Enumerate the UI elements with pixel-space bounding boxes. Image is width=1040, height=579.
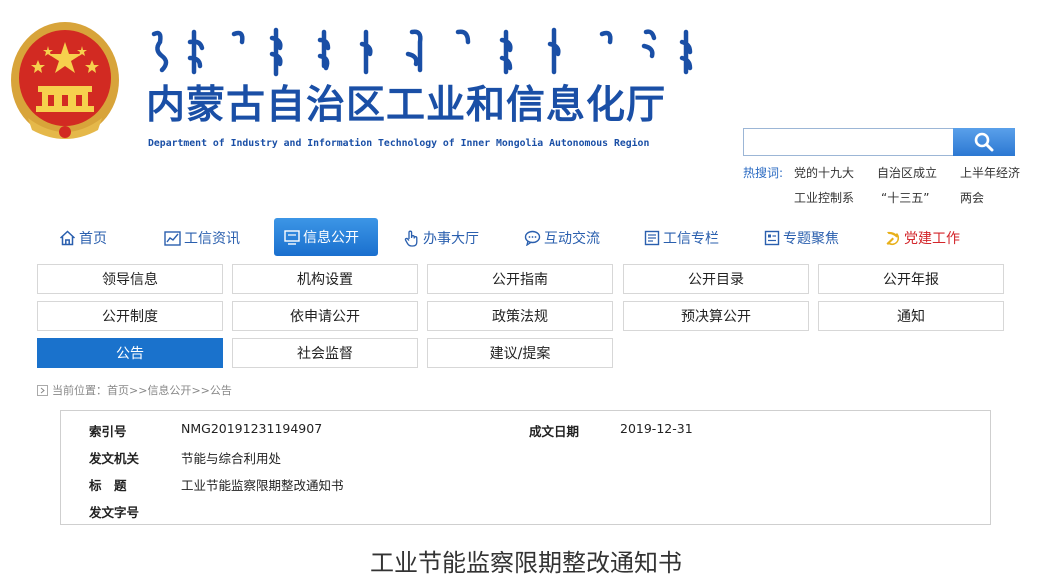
search-button[interactable] xyxy=(953,128,1015,156)
subnav-policies[interactable]: 政策法规 xyxy=(427,301,613,331)
nav-info-disclosure[interactable]: 信息公开 xyxy=(274,218,378,256)
site-title-english: Department of Industry and Information T… xyxy=(148,138,650,149)
breadcrumb: 当前位置： 首页 >> 信息公开 >> 公告 xyxy=(37,382,232,398)
search-icon xyxy=(974,132,994,152)
main-nav: 首页 工信资讯 信息公开 办事大厅 互动交流 工信专栏 专题聚焦 党建工作 xyxy=(40,216,1000,260)
nav-topics-label: 专题聚焦 xyxy=(783,231,839,247)
party-emblem-icon xyxy=(886,231,900,245)
document-info-table: 索引号 NMG20191231194907 成文日期 2019-12-31 发文… xyxy=(60,410,991,525)
subnav-budget[interactable]: 预决算公开 xyxy=(623,301,809,331)
monitor-icon xyxy=(284,229,300,245)
nav-service-hall[interactable]: 办事大厅 xyxy=(404,222,479,254)
index-number-label: 索引号 xyxy=(89,424,127,439)
search-input[interactable] xyxy=(743,128,953,156)
nav-service-hall-label: 办事大厅 xyxy=(423,231,479,247)
subnav-organization[interactable]: 机构设置 xyxy=(232,264,418,294)
document-icon xyxy=(644,230,660,246)
nav-column-label: 工信专栏 xyxy=(663,231,719,247)
article-title: 工业节能监察限期整改通知书 xyxy=(370,549,682,577)
subnav-proposals[interactable]: 建议/提案 xyxy=(427,338,613,368)
nav-party-building-label: 党建工作 xyxy=(904,231,960,247)
breadcrumb-label: 当前位置： xyxy=(52,384,107,397)
nav-news[interactable]: 工信资讯 xyxy=(164,222,240,254)
hot-keyword[interactable]: 自治区成立 xyxy=(877,164,937,181)
nav-interaction[interactable]: 互动交流 xyxy=(524,222,600,254)
subnav-on-request[interactable]: 依申请公开 xyxy=(232,301,418,331)
nav-topics[interactable]: 专题聚焦 xyxy=(764,222,839,254)
nav-interaction-label: 互动交流 xyxy=(544,231,600,247)
chat-icon xyxy=(524,230,541,246)
hot-keywords-label: 热搜词: xyxy=(743,166,784,180)
breadcrumb-info-disclosure[interactable]: 信息公开 xyxy=(147,382,191,398)
nav-column[interactable]: 工信专栏 xyxy=(644,222,719,254)
nav-party-building[interactable]: 党建工作 xyxy=(884,222,960,254)
date-label: 成文日期 xyxy=(529,424,580,439)
breadcrumb-separator: >> xyxy=(129,383,148,397)
subnav-supervision[interactable]: 社会监督 xyxy=(232,338,418,368)
national-emblem-logo xyxy=(11,22,119,139)
issuer-value: 节能与综合利用处 xyxy=(181,451,282,466)
nav-home-label: 首页 xyxy=(79,231,107,247)
hot-keyword[interactable]: 党的十九大 xyxy=(794,164,854,181)
breadcrumb-arrow-icon xyxy=(37,384,48,396)
subject-value: 工业节能监察限期整改通知书 xyxy=(181,478,344,493)
site-title: 内蒙古自治区工业和信息化厅 xyxy=(146,82,667,128)
subnav-annual-report[interactable]: 公开年报 xyxy=(818,264,1004,294)
hot-keyword[interactable]: “十三五” xyxy=(881,189,929,206)
subnav-leadership[interactable]: 领导信息 xyxy=(37,264,223,294)
nav-home[interactable]: 首页 xyxy=(59,222,107,254)
nav-news-label: 工信资讯 xyxy=(184,231,240,247)
hot-keyword[interactable]: 工业控制系 xyxy=(794,189,854,206)
subnav-announcements[interactable]: 公告 xyxy=(37,338,223,368)
hand-pointer-icon xyxy=(404,230,418,247)
index-number-value: NMG20191231194907 xyxy=(181,421,323,436)
hot-keyword[interactable]: 上半年经济 xyxy=(960,164,1020,181)
subnav-catalog[interactable]: 公开目录 xyxy=(623,264,809,294)
breadcrumb-home[interactable]: 首页 xyxy=(107,382,129,398)
hot-keyword[interactable]: 两会 xyxy=(960,189,984,206)
subnav-notices[interactable]: 通知 xyxy=(818,301,1004,331)
breadcrumb-announcements[interactable]: 公告 xyxy=(210,382,232,398)
home-icon xyxy=(59,230,76,246)
breadcrumb-separator: >> xyxy=(191,383,210,397)
chart-icon xyxy=(164,230,181,246)
document-number-label: 发文字号 xyxy=(89,505,140,520)
list-icon xyxy=(764,230,780,246)
issuer-label: 发文机关 xyxy=(89,451,140,466)
subnav-guide[interactable]: 公开指南 xyxy=(427,264,613,294)
nav-info-disclosure-label: 信息公开 xyxy=(303,230,359,246)
subnav-system[interactable]: 公开制度 xyxy=(37,301,223,331)
subject-label: 标 题 xyxy=(89,478,127,493)
mongolian-script-title xyxy=(151,27,693,77)
date-value: 2019-12-31 xyxy=(620,421,693,436)
